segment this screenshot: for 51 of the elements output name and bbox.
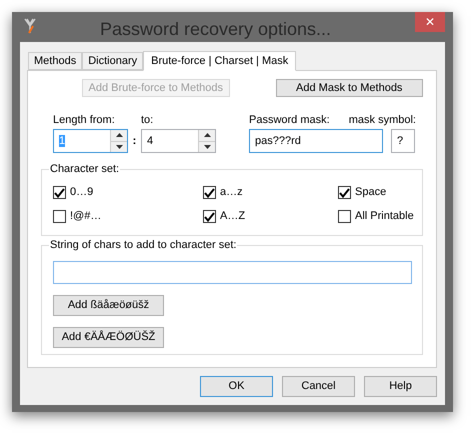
length-separator: : bbox=[132, 134, 138, 149]
checkbox-label: A…Z bbox=[220, 209, 246, 224]
checkbox-label: Space bbox=[355, 185, 386, 200]
add-chars-button[interactable]: Add €ÄÅÆÖØÜŠŽ bbox=[53, 327, 164, 348]
checkbox[interactable]: !@#… bbox=[53, 209, 203, 224]
length-from-value: 1 bbox=[59, 134, 66, 147]
length-to-field[interactable]: 4 bbox=[141, 129, 216, 153]
tab[interactable]: Methods bbox=[28, 52, 82, 70]
mask-symbol-field[interactable]: ? bbox=[391, 129, 415, 153]
add-chars-button[interactable]: Add ßäåæöøüšž bbox=[53, 295, 164, 316]
window-title: Password recovery options... bbox=[98, 18, 332, 41]
down-arrow-icon bbox=[116, 144, 122, 149]
checkbox[interactable]: a…z bbox=[203, 185, 338, 200]
checkbox-box[interactable] bbox=[203, 186, 216, 199]
dialog-button[interactable]: Help bbox=[364, 376, 437, 397]
close-button[interactable]: ✕ bbox=[415, 12, 445, 32]
spin-buttons[interactable] bbox=[110, 130, 127, 152]
tab[interactable]: Brute-force | Charset | Mask bbox=[143, 51, 296, 71]
checkbox[interactable]: Space bbox=[338, 185, 414, 200]
checkbox-label: a…z bbox=[220, 185, 243, 200]
check-icon bbox=[204, 212, 215, 222]
spin-buttons[interactable] bbox=[198, 130, 215, 152]
dialog-button[interactable]: OK bbox=[200, 376, 273, 397]
checkbox[interactable]: All Printable bbox=[338, 209, 414, 224]
check-icon bbox=[54, 188, 65, 198]
password-mask-label: Password mask: bbox=[249, 113, 330, 127]
checkbox-box[interactable] bbox=[53, 210, 66, 223]
app-logo-icon bbox=[24, 18, 36, 34]
password-mask-field[interactable]: pas???rd bbox=[249, 129, 383, 153]
checkbox-box[interactable] bbox=[53, 186, 66, 199]
checkbox[interactable]: A…Z bbox=[203, 209, 338, 224]
checkbox-label: 0…9 bbox=[70, 185, 94, 200]
down-arrow-icon bbox=[204, 144, 210, 149]
checkbox-box[interactable] bbox=[338, 210, 351, 223]
checkbox-label: !@#… bbox=[70, 209, 102, 224]
check-icon bbox=[204, 188, 215, 198]
tab[interactable]: Dictionary bbox=[82, 52, 144, 70]
checkbox-label: All Printable bbox=[355, 209, 414, 224]
length-to-label: to: bbox=[141, 113, 154, 127]
length-from-label: Length from: bbox=[53, 113, 116, 127]
checkbox-box[interactable] bbox=[338, 186, 351, 199]
add-method-button[interactable]: Add Mask to Methods bbox=[276, 79, 423, 97]
extra-chars-field[interactable] bbox=[53, 261, 412, 284]
checkbox[interactable]: 0…9 bbox=[53, 185, 203, 200]
up-arrow-icon bbox=[204, 133, 210, 138]
checkbox-box[interactable] bbox=[203, 210, 216, 223]
check-icon bbox=[339, 188, 350, 198]
mask-symbol-label: mask symbol: bbox=[348, 113, 416, 127]
dialog-button[interactable]: Cancel bbox=[282, 376, 355, 397]
up-arrow-icon bbox=[116, 133, 122, 138]
group-title: String of chars to add to character set: bbox=[49, 237, 238, 254]
